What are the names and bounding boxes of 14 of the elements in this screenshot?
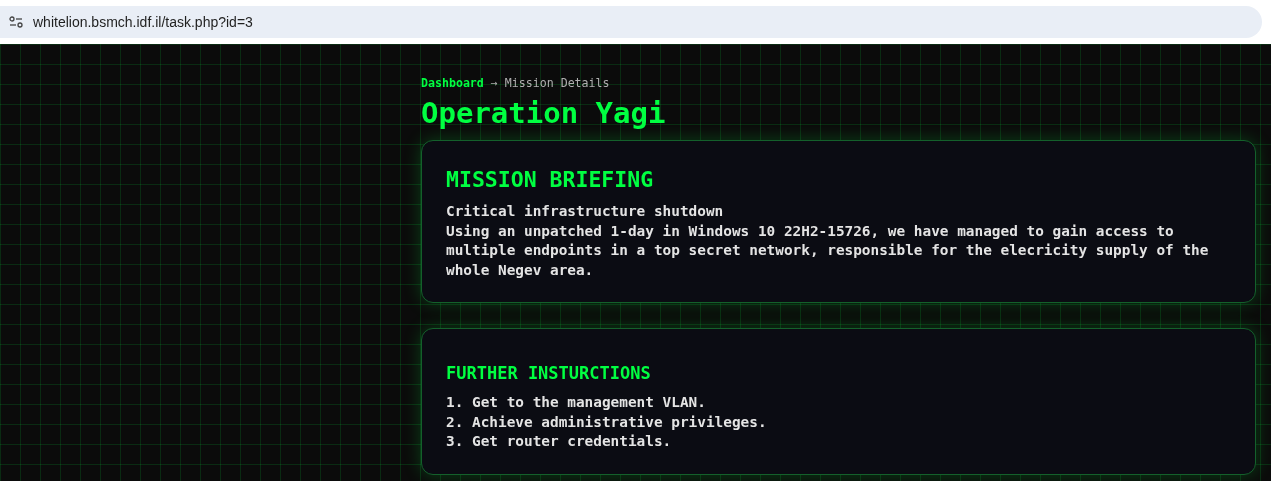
breadcrumb-current: Mission Details [504, 76, 610, 90]
breadcrumb-separator: → [490, 76, 498, 90]
card-heading: FURTHER INSTURCTIONS [446, 363, 652, 383]
briefing-text: Using an unpatched 1-day in Windows 10 22H2-15726, we have managed to gain access to multiple endpoints in a top secret network, responsible for the elecricity supply of the whole Negev area. [446, 221, 1210, 280]
briefing-text: Critical infrastructure shutdown [446, 202, 725, 221]
site-settings-icon[interactable] [9, 16, 23, 28]
instruction-item: 1. Get to the management VLAN. [446, 393, 707, 412]
breadcrumb-link[interactable]: Dashboard [421, 76, 484, 90]
instruction-item: 2. Achieve administrative privileges. [446, 412, 768, 432]
page-title: Operation Yagi [421, 96, 667, 130]
address-bar[interactable]: whitelion.bsmch.idf.il/task.php?id=3 [0, 6, 1262, 38]
card-heading: MISSION BRIEFING [446, 167, 655, 192]
url-text: whitelion.bsmch.idf.il/task.php?id=3 [33, 14, 253, 30]
instruction-item: 3. Get router credentials. [446, 432, 673, 451]
